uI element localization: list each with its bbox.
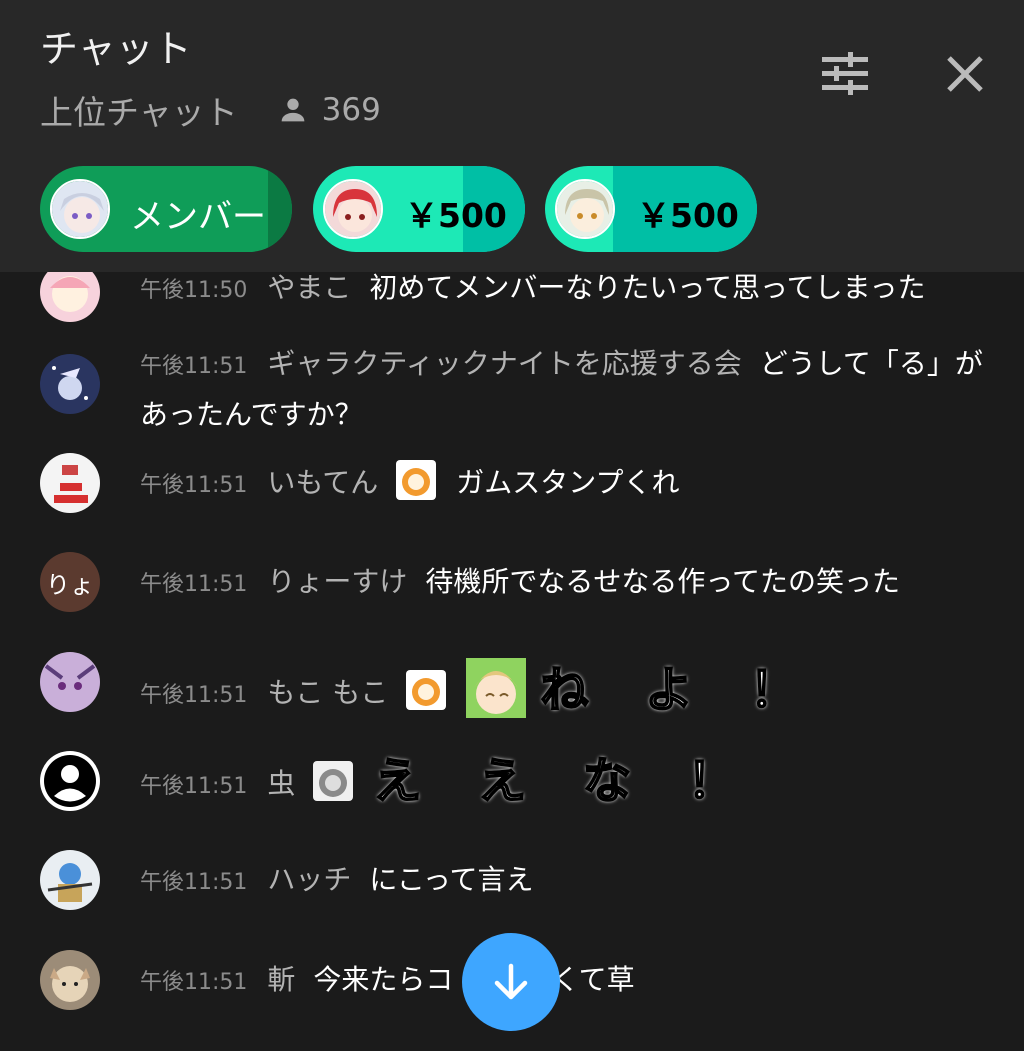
member-badge-icon bbox=[313, 761, 354, 801]
member-badge-icon bbox=[396, 460, 437, 500]
filter-button[interactable] bbox=[815, 44, 875, 104]
message-author[interactable]: 虫 bbox=[267, 767, 295, 800]
chat-mode-selector[interactable]: 上位チャット 369 bbox=[40, 86, 381, 134]
close-button[interactable] bbox=[935, 44, 995, 104]
avatar bbox=[40, 453, 100, 513]
ticker-amount: ￥500 bbox=[405, 196, 507, 235]
person-icon bbox=[281, 98, 305, 122]
avatar bbox=[40, 751, 100, 811]
avatar bbox=[40, 850, 100, 910]
avatar bbox=[40, 272, 100, 322]
ticker-amount: ￥500 bbox=[637, 196, 739, 235]
ticker-avatar bbox=[555, 179, 615, 239]
message-author[interactable]: やまこ bbox=[267, 272, 351, 304]
ticker-progress bbox=[268, 166, 292, 252]
message-time: 午後11:51 bbox=[140, 683, 248, 708]
viewer-count-value: 369 bbox=[321, 92, 381, 128]
ticker-membership[interactable]: メンバー bbox=[40, 166, 292, 252]
message-text: ね よ ！ bbox=[539, 662, 818, 718]
message-text: え え な ！ bbox=[372, 753, 756, 809]
message-time: 午後11:51 bbox=[140, 970, 248, 995]
message-text: にこって言え bbox=[369, 863, 534, 896]
message-author[interactable]: もこ もこ bbox=[267, 676, 388, 709]
message-author[interactable]: いもてん bbox=[267, 466, 378, 499]
avatar bbox=[40, 354, 100, 414]
message-time: 午後11:51 bbox=[140, 572, 248, 597]
close-icon bbox=[947, 56, 983, 92]
message-text: ガムスタンプくれ bbox=[456, 466, 680, 499]
message-text: 今来たらコ bbox=[313, 963, 454, 996]
ticker-superchat[interactable]: ￥500 bbox=[313, 166, 525, 252]
message-author[interactable]: りょーすけ bbox=[267, 565, 407, 598]
message-author[interactable]: ハッチ bbox=[267, 863, 351, 896]
message-author[interactable]: 斬 bbox=[267, 963, 295, 996]
message-time: 午後11:51 bbox=[140, 774, 248, 799]
message-time: 午後11:50 bbox=[140, 278, 248, 303]
sliders-icon bbox=[822, 52, 868, 95]
message-author[interactable]: ギャラクティックナイトを応援する会 bbox=[267, 347, 741, 380]
scroll-to-bottom-button[interactable] bbox=[462, 933, 560, 1031]
ticker-label: メンバー bbox=[130, 197, 266, 237]
viewer-count: 369 bbox=[276, 92, 381, 128]
avatar bbox=[40, 652, 100, 712]
ticker-avatar bbox=[50, 179, 110, 239]
chat-title: チャット bbox=[40, 27, 192, 71]
chat-header: チャット 上位チャット 369 メンバー ￥500 ￥500 bbox=[0, 0, 1024, 272]
ticker-avatar bbox=[323, 179, 383, 239]
avatar: りょ bbox=[40, 552, 100, 612]
message-time: 午後11:51 bbox=[140, 354, 248, 379]
avatar bbox=[40, 950, 100, 1010]
message-text: 初めてメンバーなりたいって思ってしまった bbox=[369, 272, 926, 304]
message-text: 待機所でなるせなる作ってたの笑った bbox=[425, 565, 901, 598]
member-badge-icon bbox=[406, 670, 447, 710]
custom-emoji-icon bbox=[466, 658, 527, 718]
avatar-initials: りょ bbox=[46, 570, 94, 599]
message-time: 午後11:51 bbox=[140, 473, 248, 498]
ticker-superchat[interactable]: ￥500 bbox=[545, 166, 757, 252]
message-time: 午後11:51 bbox=[140, 870, 248, 895]
arrow-down-icon bbox=[494, 963, 528, 1000]
chat-mode-label: 上位チャット bbox=[40, 93, 238, 132]
